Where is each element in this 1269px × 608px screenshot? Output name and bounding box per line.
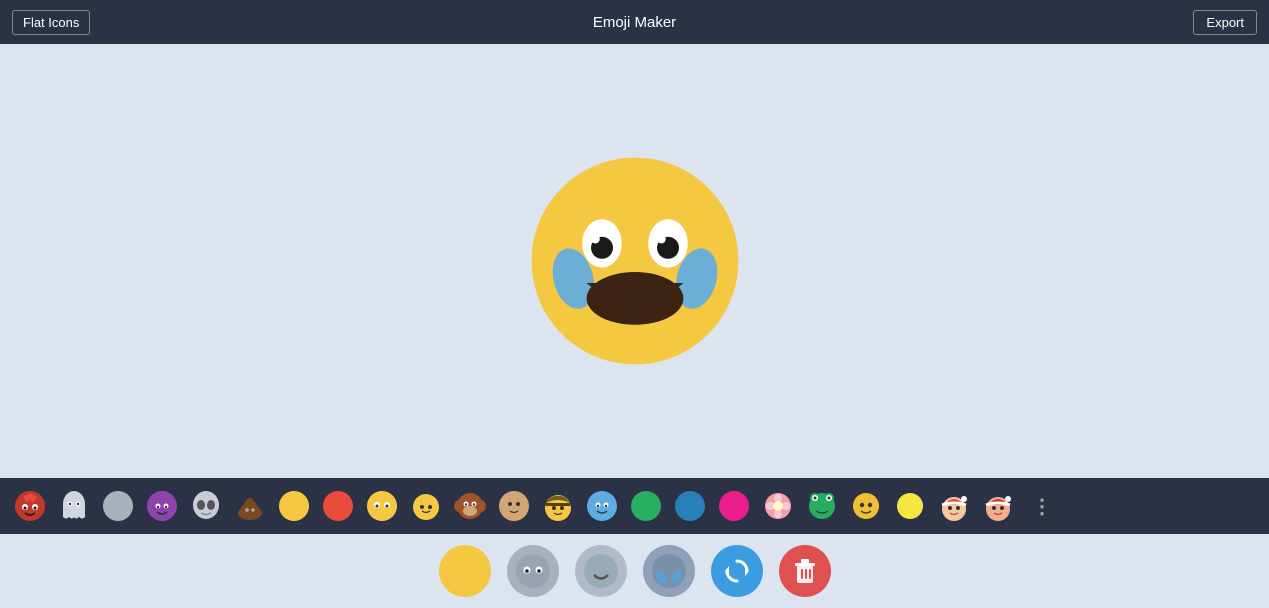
export-button[interactable]: Export [1193,10,1257,35]
icon-item-santa1[interactable] [933,485,975,527]
icon-item-cat[interactable] [405,485,447,527]
flat-icons-button[interactable]: Flat Icons [12,10,90,35]
icon-item-blue[interactable] [581,485,623,527]
icon-item-cowboy[interactable] [537,485,579,527]
delete-button[interactable] [779,545,831,597]
icon-item-light-yellow[interactable] [889,485,931,527]
icon-item-yellow-face[interactable] [361,485,403,527]
icon-item-purple-devil[interactable] [141,485,183,527]
icon-item-demon[interactable] [9,485,51,527]
icon-item-skin[interactable] [493,485,535,527]
icon-item-gray[interactable] [97,485,139,527]
icon-item-green[interactable] [625,485,667,527]
icon-strip: ⋮ [0,478,1269,534]
icon-item-monkey[interactable] [449,485,491,527]
icon-item-ghost[interactable] [53,485,95,527]
bottom-controls [0,534,1269,608]
mouth-smile-button[interactable] [575,545,627,597]
emoji-preview [525,151,745,371]
icon-item-poop[interactable] [229,485,271,527]
eyes-dots-button[interactable] [507,545,559,597]
icon-item-pink[interactable] [713,485,755,527]
icon-item-alien[interactable] [185,485,227,527]
app-title: Emoji Maker [593,14,676,31]
header: Flat Icons Emoji Maker Export [0,0,1269,44]
icon-item-bell[interactable] [845,485,887,527]
icon-item-frog[interactable] [801,485,843,527]
icon-item-yellow[interactable] [273,485,315,527]
icon-item-blue-circle[interactable] [669,485,711,527]
icon-item-flower[interactable] [757,485,799,527]
expression-tear-button[interactable] [643,545,695,597]
more-icons-button[interactable]: ⋮ [1021,485,1063,527]
icon-item-red[interactable] [317,485,359,527]
canvas-area [0,44,1269,478]
icon-item-santa2[interactable] [977,485,1019,527]
base-yellow-button[interactable] [439,545,491,597]
randomize-button[interactable] [711,545,763,597]
